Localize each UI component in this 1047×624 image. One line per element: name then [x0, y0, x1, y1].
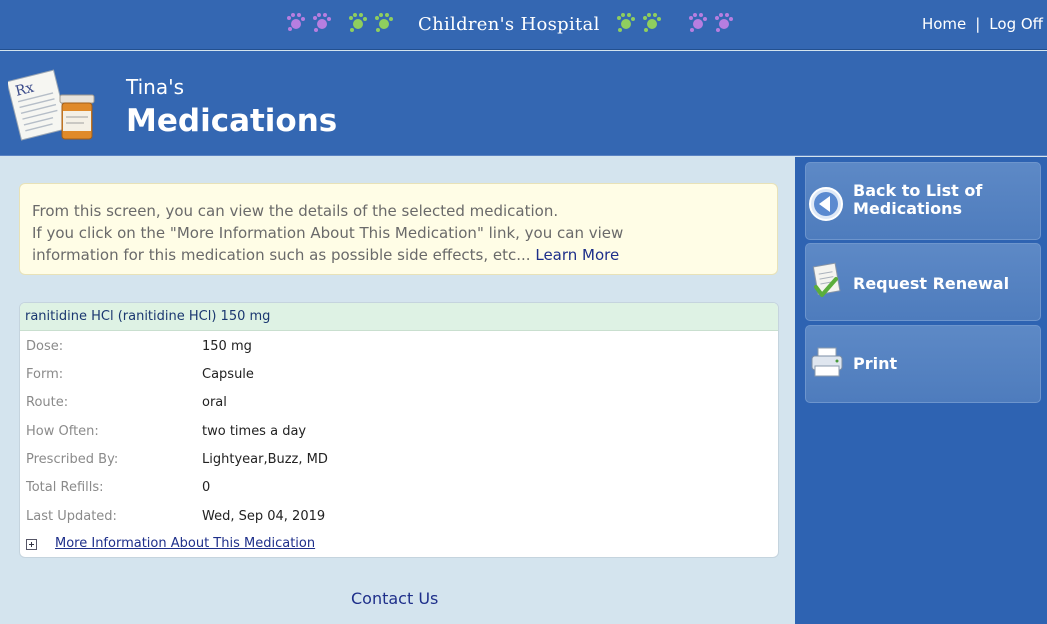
- top-bar: Children's Hospital Home | Log Off: [0, 0, 1047, 50]
- medication-details-card: ranitidine HCl (ranitidine HCl) 150 mg D…: [19, 302, 779, 558]
- detail-row-route: Route: oral: [26, 393, 726, 413]
- back-arrow-icon: [808, 186, 844, 226]
- renewal-document-icon: [808, 261, 844, 305]
- handprint-decoration-left: [284, 11, 404, 37]
- expand-plus-icon[interactable]: [26, 538, 37, 550]
- form-value: Capsule: [202, 367, 254, 382]
- prescriber-value: Lightyear,Buzz, MD: [202, 452, 328, 467]
- patient-name: Tina's: [126, 75, 185, 99]
- hospital-name: Children's Hospital: [418, 13, 600, 35]
- detail-row-last-updated: Last Updated: Wed, Sep 04, 2019: [26, 507, 726, 527]
- last-updated-label: Last Updated:: [26, 509, 117, 524]
- home-link[interactable]: Home: [922, 15, 966, 33]
- handprint-decoration-right: [614, 11, 746, 37]
- info-line-3: information for this medication such as …: [32, 244, 765, 266]
- detail-row-form: Form: Capsule: [26, 365, 726, 385]
- request-renewal-label: Request Renewal: [853, 274, 1010, 293]
- last-updated-value: Wed, Sep 04, 2019: [202, 509, 326, 524]
- dose-label: Dose:: [26, 339, 64, 354]
- learn-more-link[interactable]: Learn More: [535, 246, 619, 264]
- back-button-label-line-2: Medications: [853, 199, 963, 218]
- medication-name: ranitidine HCl (ranitidine HCl) 150 mg: [20, 303, 778, 331]
- print-button[interactable]: Print: [805, 325, 1041, 403]
- page-header: Rx Tina's Medications: [0, 51, 1047, 156]
- rx-prescription-icon: Rx: [6, 67, 100, 143]
- detail-row-refills: Total Refills: 0: [26, 478, 726, 498]
- form-label: Form:: [26, 367, 64, 382]
- info-line-2: If you click on the "More Information Ab…: [32, 224, 624, 242]
- log-off-link[interactable]: Log Off: [989, 15, 1043, 33]
- info-line-1: From this screen, you can view the detai…: [32, 202, 559, 220]
- info-line-3-text: information for this medication such as …: [32, 246, 531, 264]
- back-to-list-button[interactable]: Back to List of Medications: [805, 162, 1041, 240]
- printer-icon: [808, 346, 846, 384]
- more-info-link[interactable]: More Information About This Medication: [55, 535, 315, 553]
- dose-value: 150 mg: [202, 339, 252, 354]
- action-sidebar: Back to List of Medications Request Rene…: [795, 157, 1047, 624]
- page-title: Medications: [126, 103, 338, 139]
- prescriber-label: Prescribed By:: [26, 452, 119, 467]
- refills-value: 0: [202, 480, 211, 495]
- frequency-label: How Often:: [26, 424, 99, 439]
- refills-label: Total Refills:: [26, 480, 104, 495]
- main-content: From this screen, you can view the detai…: [0, 157, 795, 624]
- route-value: oral: [202, 395, 227, 410]
- route-label: Route:: [26, 395, 69, 410]
- more-info-row: More Information About This Medication: [26, 535, 315, 553]
- top-links: Home | Log Off: [922, 15, 1043, 33]
- contact-us-link[interactable]: Contact Us: [351, 589, 438, 608]
- back-button-label-line-1: Back to List of: [853, 181, 983, 200]
- detail-row-dose: Dose: 150 mg: [26, 337, 726, 357]
- frequency-value: two times a day: [202, 424, 307, 439]
- request-renewal-button[interactable]: Request Renewal: [805, 243, 1041, 321]
- detail-row-prescriber: Prescribed By: Lightyear,Buzz, MD: [26, 450, 726, 470]
- top-links-separator: |: [975, 15, 981, 33]
- print-label: Print: [853, 354, 898, 373]
- detail-row-frequency: How Often: two times a day: [26, 422, 726, 442]
- info-message: From this screen, you can view the detai…: [19, 183, 778, 275]
- hospital-brand: Children's Hospital: [284, 9, 746, 39]
